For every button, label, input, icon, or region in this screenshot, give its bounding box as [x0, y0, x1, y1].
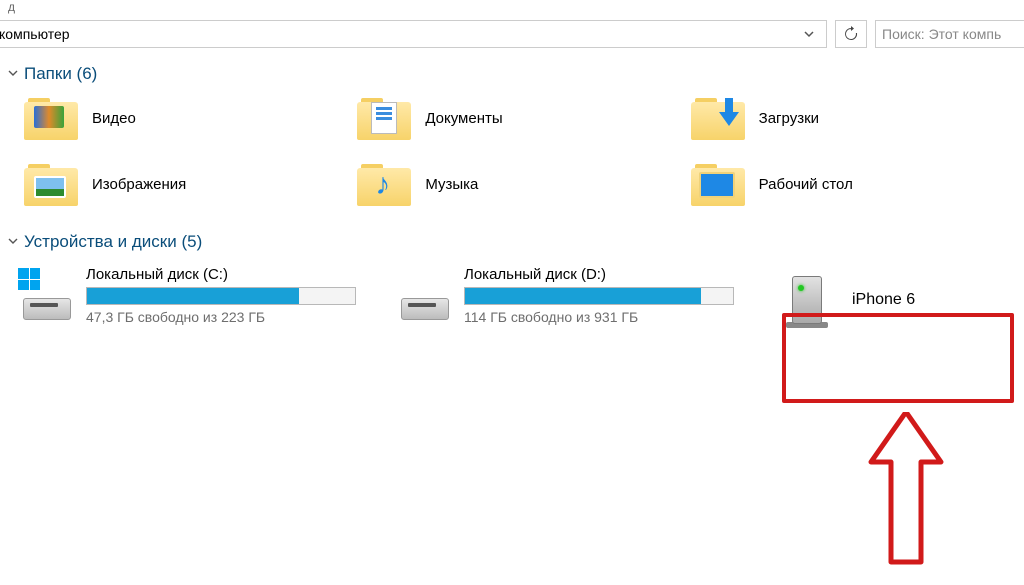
drive-free-text: 47,3 ГБ свободно из 223 ГБ	[86, 309, 380, 325]
header-fragment: д	[0, 0, 1024, 14]
chevron-down-icon	[8, 235, 18, 249]
folder-icon: ♪	[357, 162, 411, 206]
section-folders-header[interactable]: Папки (6)	[0, 58, 1024, 92]
folder-label: Загрузки	[759, 110, 819, 127]
folder-downloads[interactable]: Загрузки	[691, 96, 1014, 140]
folder-icon	[691, 96, 745, 140]
search-input[interactable]: Поиск: Этот компь	[875, 20, 1024, 48]
toolbar-row: компьютер Поиск: Этот компь	[0, 14, 1024, 58]
folder-label: Рабочий стол	[759, 176, 853, 193]
drive-icon	[20, 266, 74, 320]
drive-progress-fill	[87, 288, 299, 304]
drive-progress-fill	[465, 288, 701, 304]
section-drives-title: Устройства и диски (5)	[24, 232, 202, 252]
drive-icon	[398, 266, 452, 320]
address-text: компьютер	[0, 26, 798, 42]
drive-name: Локальный диск (C:)	[86, 266, 380, 283]
device-iphone[interactable]: iPhone 6	[776, 266, 943, 334]
drive-name: Локальный диск (D:)	[464, 266, 758, 283]
drive-d[interactable]: Локальный диск (D:) 114 ГБ свободно из 9…	[398, 266, 758, 325]
chevron-down-icon	[8, 67, 18, 81]
drive-free-text: 114 ГБ свободно из 931 ГБ	[464, 309, 758, 325]
folder-desktop[interactable]: Рабочий стол	[691, 162, 1014, 206]
folder-icon	[24, 162, 78, 206]
music-note-icon: ♪	[375, 170, 390, 200]
address-bar[interactable]: компьютер	[0, 20, 827, 48]
refresh-button[interactable]	[835, 20, 867, 48]
drive-c[interactable]: Локальный диск (C:) 47,3 ГБ свободно из …	[20, 266, 380, 325]
folder-music[interactable]: ♪ Музыка	[357, 162, 680, 206]
folder-pictures[interactable]: Изображения	[24, 162, 347, 206]
section-drives-header[interactable]: Устройства и диски (5)	[0, 226, 1024, 260]
folder-label: Документы	[425, 110, 502, 127]
chevron-down-icon[interactable]	[798, 23, 820, 45]
device-label: iPhone 6	[852, 291, 915, 309]
drive-progress	[86, 287, 356, 305]
folder-label: Изображения	[92, 176, 186, 193]
device-tower-icon	[786, 272, 832, 328]
folder-documents[interactable]: Документы	[357, 96, 680, 140]
folder-video[interactable]: Видео	[24, 96, 347, 140]
folder-label: Музыка	[425, 176, 478, 193]
folder-icon	[691, 162, 745, 206]
section-folders-title: Папки (6)	[24, 64, 97, 84]
search-placeholder: Поиск: Этот компь	[882, 26, 1001, 42]
folder-icon	[357, 96, 411, 140]
folders-grid: Видео Документы Загрузки Изображения ♪ М	[0, 92, 1024, 226]
folder-icon	[24, 96, 78, 140]
annotation-arrow-up-icon	[866, 412, 946, 572]
folder-label: Видео	[92, 110, 136, 127]
windows-logo-icon	[18, 268, 40, 290]
drive-info: Локальный диск (D:) 114 ГБ свободно из 9…	[464, 266, 758, 325]
drive-info: Локальный диск (C:) 47,3 ГБ свободно из …	[86, 266, 380, 325]
drives-row: Локальный диск (C:) 47,3 ГБ свободно из …	[0, 260, 1024, 334]
drive-progress	[464, 287, 734, 305]
download-arrow-icon	[715, 96, 743, 130]
